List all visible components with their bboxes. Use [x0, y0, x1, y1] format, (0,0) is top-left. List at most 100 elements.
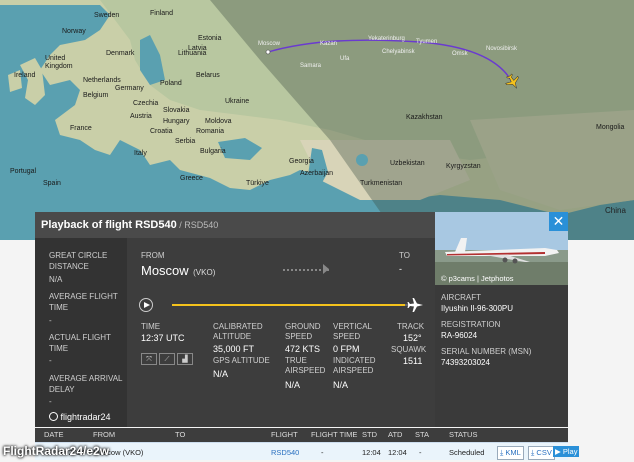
- view-controls: ⤧ ⟋ ▟: [141, 348, 193, 366]
- map-label: Lithuania: [178, 50, 207, 57]
- serial-number-value: 74393203024: [441, 358, 490, 367]
- flight-details: FROM Moscow (VKO) TO - TIME 12:37 UTC ⤧ …: [127, 238, 435, 427]
- kml-button[interactable]: ⤓ KML: [497, 446, 524, 460]
- map-city-label: Samara: [300, 63, 322, 69]
- vertical-speed-label: VERTICAL SPEED: [333, 322, 372, 341]
- destination-value: -: [399, 264, 402, 274]
- map-toggle-icon[interactable]: ⤧: [141, 353, 157, 365]
- map-label: Greece: [180, 175, 203, 182]
- map-city-label: Ufa: [340, 56, 350, 62]
- track-label: TRACK: [397, 322, 425, 331]
- column-header: FROM: [93, 430, 116, 439]
- column-header: DATE: [44, 430, 64, 439]
- track-value: 152°: [403, 333, 422, 343]
- panel-title: Playback of flight RSD540 / RSD540: [41, 219, 218, 231]
- to-label: TO: [399, 251, 410, 260]
- true-airspeed-value: N/A: [285, 380, 301, 390]
- close-icon: ✕: [552, 213, 565, 229]
- logo-text: flightradar24: [60, 412, 111, 422]
- map-label: Estonia: [198, 35, 222, 42]
- avg-flight-time-label: AVERAGE FLIGHT TIME: [49, 292, 118, 312]
- calibrated-altitude-label: CALIBRATED ALTITUDE: [213, 322, 263, 341]
- map-label: France: [70, 125, 92, 132]
- map-city-label: Tyumen: [416, 39, 438, 45]
- play-button[interactable]: [139, 298, 153, 312]
- table-row[interactable]: 12 Jun 2024 Moscow (VKO) RSD540 - 12:04 …: [35, 442, 580, 460]
- flight-map[interactable]: Sweden Finland Norway Estonia Denmark La…: [0, 0, 634, 240]
- graph-icon[interactable]: ⟋: [159, 353, 175, 365]
- avg-flight-time-value: -: [49, 316, 52, 325]
- plane-icon[interactable]: [407, 297, 423, 313]
- map-label: Belarus: [196, 72, 220, 79]
- playback-progress: [172, 304, 405, 306]
- map-label: Netherlands: [83, 77, 121, 84]
- origin: Moscow (VKO): [141, 262, 215, 280]
- map-city-label: Moscow: [258, 41, 281, 47]
- from-label: FROM: [141, 251, 165, 260]
- flight-playback-panel: Playback of flight RSD540 / RSD540 ✕ © p…: [35, 212, 568, 427]
- calibrated-altitude-value: 35,000 FT: [213, 344, 255, 354]
- map-label: Uzbekistan: [390, 160, 425, 167]
- map-label: Italy: [134, 150, 147, 157]
- actual-flight-time-label: ACTUAL FLIGHT TIME: [49, 333, 111, 353]
- aircraft-value[interactable]: Ilyushin Il-96-300PU: [441, 304, 513, 313]
- map-label: Slovakia: [163, 107, 190, 114]
- playback-timeline[interactable]: [172, 304, 412, 306]
- map-label: Germany: [115, 85, 144, 92]
- map-label: Kazakhstan: [406, 114, 443, 121]
- registration-label: REGISTRATION: [441, 320, 501, 329]
- column-header: TO: [175, 430, 186, 439]
- watermark: FlightRadar24/e2w: [3, 444, 110, 458]
- map-label: Bulgaria: [200, 148, 226, 155]
- ground-speed-value: 472 KTS: [285, 344, 321, 354]
- map-label: Azerbaijan: [300, 170, 334, 177]
- row-atd: 12:04: [388, 448, 407, 457]
- play-row-button[interactable]: ▶ Play: [553, 446, 580, 457]
- row-flight[interactable]: RSD540: [271, 448, 299, 457]
- map-label: Belgium: [83, 92, 109, 99]
- squawk-value: 1511: [403, 356, 423, 366]
- map-label: Portugal: [10, 168, 37, 175]
- photo-credit[interactable]: © p3cams | Jetphotos: [441, 274, 514, 283]
- row-status: Scheduled: [449, 448, 485, 457]
- map-label: Sweden: [94, 12, 120, 19]
- chart-icon[interactable]: ▟: [177, 353, 193, 365]
- time-label: TIME: [141, 322, 161, 331]
- great-circle-value: N/A: [49, 275, 63, 284]
- panel-title-text: Playback of flight RSD540: [41, 219, 177, 231]
- serial-number-label: SERIAL NUMBER (MSN): [441, 347, 532, 356]
- true-airspeed-label: TRUE AIRSPEED: [285, 356, 326, 375]
- map-label: Austria: [130, 113, 152, 120]
- actual-flight-time-value: -: [49, 356, 52, 365]
- column-header: ATD: [388, 430, 403, 439]
- arrow-head-icon: [323, 264, 329, 274]
- download-icon: ⤓: [500, 448, 504, 457]
- vertical-speed-value: 0 FPM: [333, 344, 360, 354]
- squawk-label: SQUAWK: [391, 345, 427, 354]
- great-circle-label: GREAT CIRCLE DISTANCE: [49, 251, 108, 271]
- map-label: Norway: [62, 28, 86, 35]
- ground-speed-label: GROUND SPEED: [285, 322, 321, 341]
- map-label: Ireland: [14, 72, 36, 79]
- row-std: 12:04: [362, 448, 381, 457]
- close-button[interactable]: ✕: [549, 212, 568, 231]
- map-label: Spain: [43, 180, 61, 187]
- map-label: Moldova: [205, 118, 232, 125]
- map-city-label: Novosibirsk: [486, 46, 518, 52]
- map-city-label: Chelyabinsk: [382, 49, 415, 55]
- map-label: Turkmenistan: [360, 180, 403, 187]
- map-label: Ukraine: [225, 98, 250, 105]
- map-city-label: Yekaterinburg: [368, 36, 405, 42]
- map-label: China: [605, 206, 626, 215]
- map-label: United Kingdom: [45, 55, 73, 70]
- screenshot-root: Sweden Finland Norway Estonia Denmark La…: [0, 0, 634, 462]
- registration-value[interactable]: RA-96024: [441, 331, 477, 340]
- csv-button[interactable]: ⤓ CSV: [528, 446, 555, 460]
- map-city-label: Omsk: [452, 51, 468, 57]
- panel-header: Playback of flight RSD540 / RSD540: [35, 212, 435, 238]
- column-header: STA: [415, 430, 430, 439]
- history-table-header: DATE FROM TO FLIGHT FLIGHT TIME STD ATD …: [35, 428, 568, 442]
- map-label: Denmark: [106, 50, 135, 57]
- map-label: Georgia: [289, 158, 314, 165]
- map-label: Hungary: [163, 118, 190, 125]
